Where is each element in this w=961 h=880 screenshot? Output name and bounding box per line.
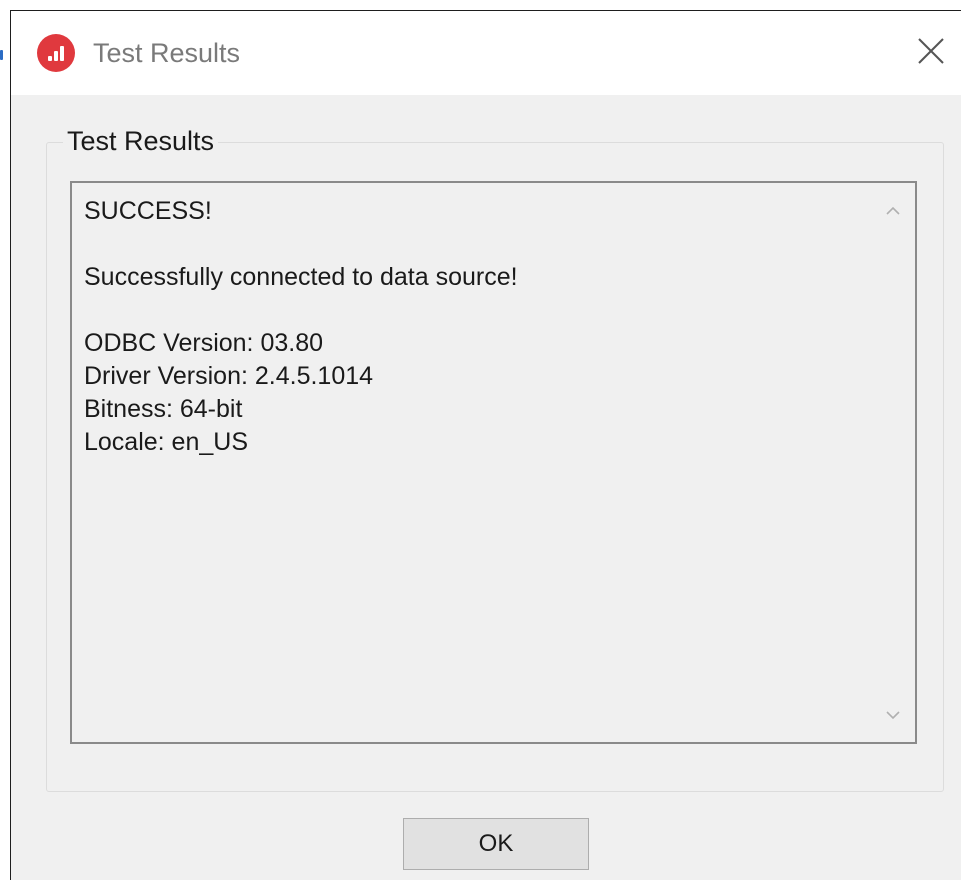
chevron-up-icon: [886, 206, 900, 215]
desktop-background: Test Results Test Results SUCCESS! Succes…: [0, 0, 961, 880]
results-line: [84, 228, 518, 261]
chevron-down-icon: [886, 711, 900, 720]
ok-button[interactable]: OK: [403, 818, 589, 870]
title-bar[interactable]: Test Results: [11, 11, 961, 95]
vertical-scrollbar[interactable]: [871, 183, 915, 742]
close-icon: [918, 38, 944, 64]
results-textbox[interactable]: SUCCESS! Successfully connected to data s…: [70, 181, 917, 744]
scroll-down-button[interactable]: [871, 698, 915, 732]
group-label: Test Results: [63, 126, 219, 157]
results-text: SUCCESS! Successfully connected to data s…: [84, 195, 518, 459]
results-line: Locale: en_US: [84, 428, 249, 456]
close-button[interactable]: [909, 29, 953, 73]
results-line: Driver Version: 2.4.5.1014: [84, 362, 374, 390]
window-title: Test Results: [93, 38, 241, 68]
background-window-edge: [0, 50, 3, 60]
results-line: SUCCESS!: [84, 197, 212, 225]
results-line: Bitness: 64-bit: [84, 395, 243, 423]
scroll-up-button[interactable]: [871, 193, 915, 227]
results-line: Successfully connected to data source!: [84, 263, 518, 291]
results-line: [84, 294, 518, 327]
test-results-dialog: Test Results Test Results SUCCESS! Succes…: [10, 10, 961, 880]
results-line: ODBC Version: 03.80: [84, 329, 324, 357]
app-logo-icon: [37, 34, 75, 72]
